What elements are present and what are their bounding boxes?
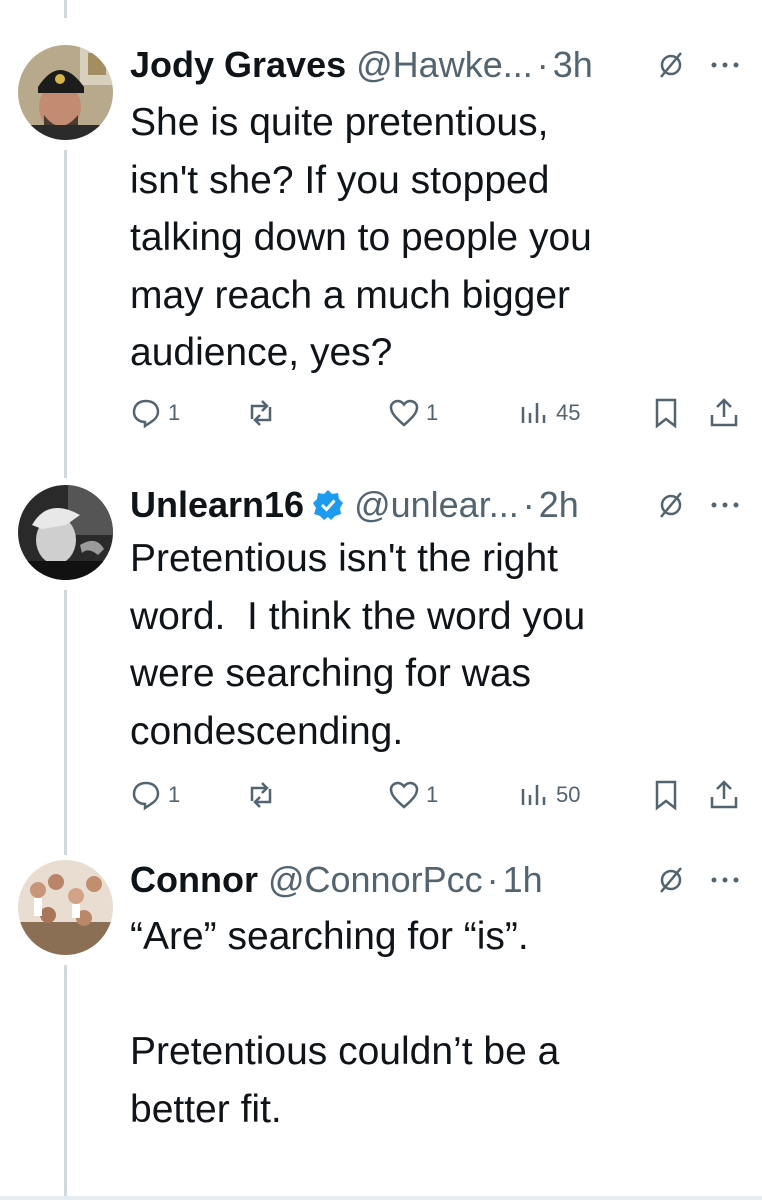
retweet-button[interactable] xyxy=(245,775,277,815)
timestamp[interactable]: 2h xyxy=(539,480,579,530)
reply-button[interactable]: 1 xyxy=(130,393,180,433)
retweet-icon xyxy=(250,782,272,808)
tweet-connor[interactable]: Connor @ConnorPcc · 1h “Are” searching f… xyxy=(0,855,762,1200)
tweet-text: “Are” searching for “is”. Pretentious co… xyxy=(130,915,560,1131)
views-button[interactable]: 45 xyxy=(518,393,580,433)
author-handle[interactable]: @unlear... xyxy=(354,480,519,530)
tweet-text: She is quite pretentious, isn't she? If … xyxy=(130,101,592,374)
reply-count: 1 xyxy=(168,400,181,425)
like-button[interactable]: 1 xyxy=(388,775,438,815)
views-button[interactable]: 50 xyxy=(518,775,580,815)
more-icon[interactable] xyxy=(710,500,740,510)
verified-badge-icon xyxy=(313,490,344,520)
author-name[interactable]: Jody Graves xyxy=(130,40,346,90)
user-avatar-bw-icon xyxy=(18,485,113,580)
separator-dot: · xyxy=(522,484,535,525)
like-count: 1 xyxy=(426,400,439,425)
view-count: 50 xyxy=(556,782,581,807)
user-avatar-beanie-icon xyxy=(18,45,113,140)
separator-dot: · xyxy=(486,859,499,900)
reply-icon xyxy=(132,781,160,811)
avatar[interactable] xyxy=(18,45,113,140)
author-handle[interactable]: @Hawke... xyxy=(356,40,533,90)
grok-icon[interactable] xyxy=(656,865,686,895)
share-icon xyxy=(710,780,738,809)
share-button[interactable] xyxy=(708,775,740,815)
header-actions xyxy=(656,480,740,530)
author-name[interactable]: Connor xyxy=(130,855,258,905)
tweet-text: Pretentious isn't the right word. I thin… xyxy=(130,537,586,753)
share-icon xyxy=(710,398,738,427)
tweet-jody-graves[interactable]: Jody Graves @Hawke... · 3h She is quite … xyxy=(0,0,762,470)
reply-icon xyxy=(132,399,160,429)
reply-button[interactable]: 1 xyxy=(130,775,180,815)
like-button[interactable]: 1 xyxy=(388,393,438,433)
reply-count: 1 xyxy=(168,782,181,807)
timestamp[interactable]: 3h xyxy=(553,40,593,90)
bottom-divider xyxy=(0,1196,762,1200)
action-bar: 1 1 45 xyxy=(130,393,762,433)
bookmark-button[interactable] xyxy=(650,393,682,433)
retweet-icon xyxy=(250,400,272,426)
avatar[interactable] xyxy=(18,860,113,955)
like-count: 1 xyxy=(426,782,439,807)
heart-icon xyxy=(389,399,419,427)
views-icon xyxy=(521,785,546,805)
bookmark-button[interactable] xyxy=(650,775,682,815)
action-bar: 1 1 50 xyxy=(130,775,762,815)
user-avatar-group-icon xyxy=(18,860,113,955)
heart-icon xyxy=(389,781,419,809)
header-actions xyxy=(656,40,740,90)
share-button[interactable] xyxy=(708,393,740,433)
author-handle[interactable]: @ConnorPcc xyxy=(268,855,483,905)
avatar[interactable] xyxy=(18,485,113,580)
bookmark-icon xyxy=(655,398,677,429)
more-icon[interactable] xyxy=(710,875,740,885)
more-icon[interactable] xyxy=(710,60,740,70)
timestamp[interactable]: 1h xyxy=(503,855,543,905)
header-actions xyxy=(656,855,740,905)
author-name[interactable]: Unlearn16 xyxy=(130,480,304,530)
view-count: 45 xyxy=(556,400,581,425)
views-icon xyxy=(521,403,546,423)
separator-dot: · xyxy=(536,44,549,85)
tweet-unlearn16[interactable]: Unlearn16 @unlear... · 2h Pretentious is… xyxy=(0,470,762,855)
retweet-button[interactable] xyxy=(245,393,277,433)
bookmark-icon xyxy=(655,780,677,811)
grok-icon[interactable] xyxy=(656,490,686,520)
grok-icon[interactable] xyxy=(656,50,686,80)
